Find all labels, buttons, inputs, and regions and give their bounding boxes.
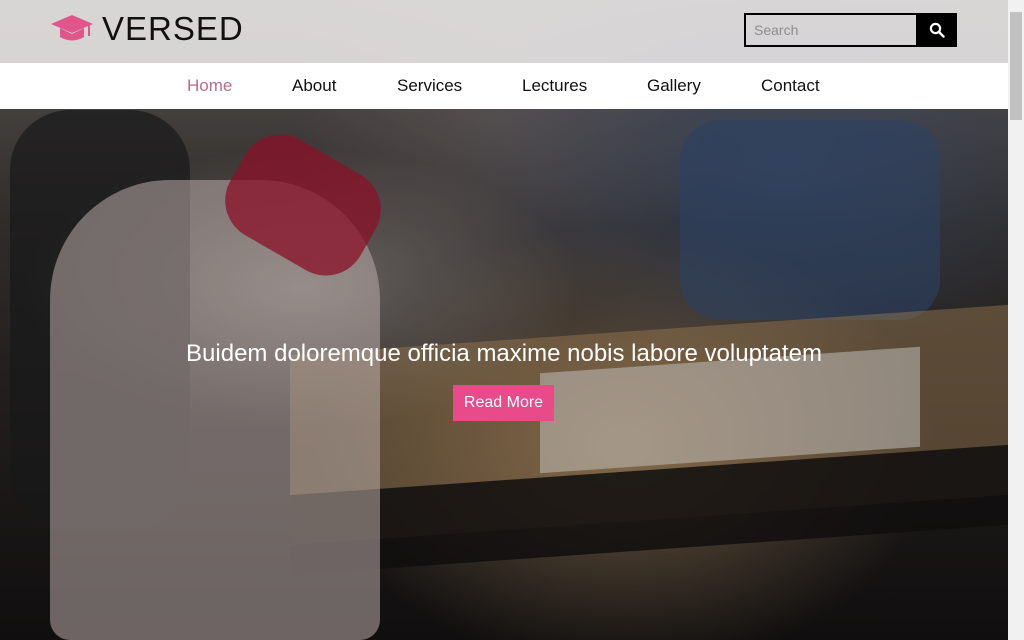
nav-item-services[interactable]: Services <box>397 76 462 96</box>
read-more-button[interactable]: Read More <box>453 385 554 421</box>
nav-item-home[interactable]: Home <box>187 76 232 96</box>
search-icon <box>929 22 945 38</box>
search-form <box>744 13 957 47</box>
page-scrollbar-thumb[interactable] <box>1010 12 1022 120</box>
brand-name: VERSED <box>102 10 244 47</box>
hero-title: Buidem doloremque officia maxime nobis l… <box>186 340 822 367</box>
search-button[interactable] <box>916 13 957 47</box>
nav-item-lectures[interactable]: Lectures <box>522 76 587 96</box>
graduation-cap-icon <box>51 15 93 41</box>
nav-item-contact[interactable]: Contact <box>761 76 820 96</box>
top-bar: VERSED <box>0 0 1008 63</box>
brand-logo[interactable]: VERSED <box>50 10 244 48</box>
nav-item-gallery[interactable]: Gallery <box>647 76 701 96</box>
main-nav: Home About Services Lectures Gallery Con… <box>0 63 1008 109</box>
search-input[interactable] <box>744 13 916 47</box>
nav-item-about[interactable]: About <box>292 76 336 96</box>
